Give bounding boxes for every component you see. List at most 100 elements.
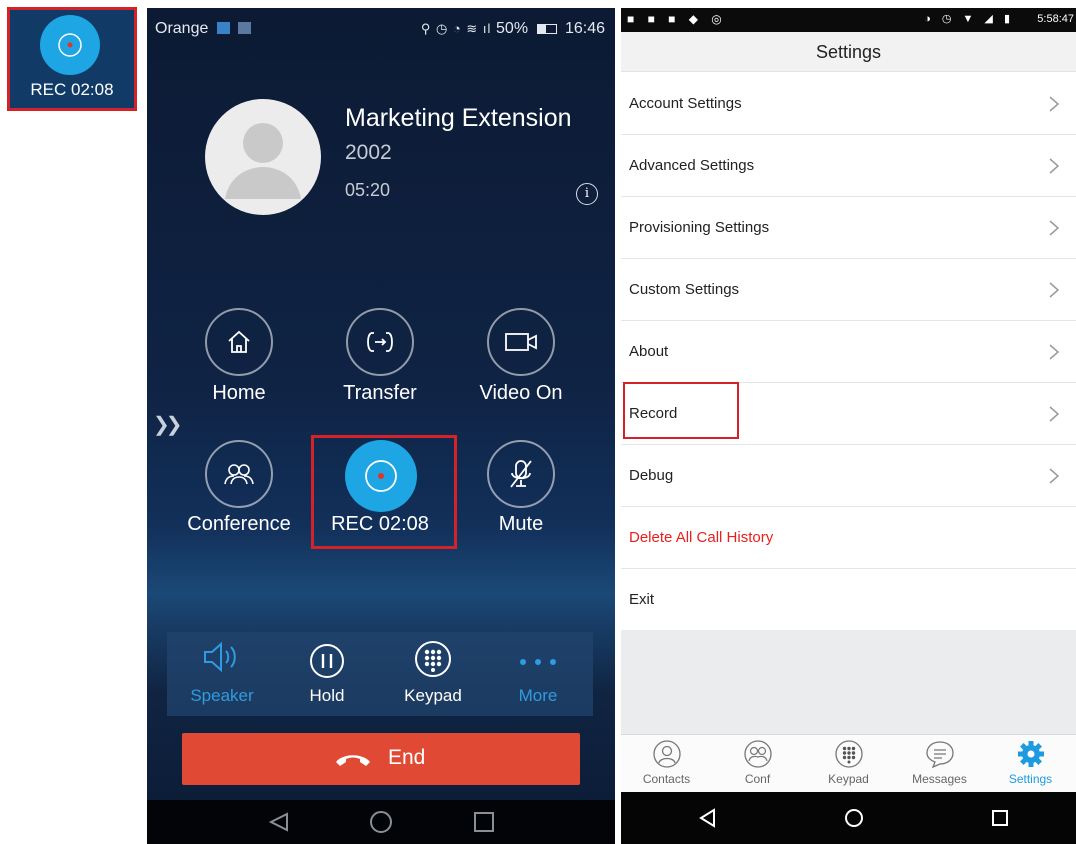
home-button[interactable] xyxy=(205,308,273,376)
conference-label: Conference xyxy=(187,513,291,535)
transfer-label: Transfer xyxy=(343,382,417,404)
menu-item-advanced-settings[interactable]: Advanced Settings xyxy=(621,135,1076,197)
video-icon xyxy=(505,333,537,351)
recents-nav-icon xyxy=(474,812,494,832)
tab-settings[interactable]: Settings xyxy=(985,735,1076,793)
recents-nav-icon xyxy=(992,810,1008,826)
tab-label: Conf xyxy=(744,772,771,786)
bottom-tab-bar: Contacts Conf Keypad Messages Settings xyxy=(621,734,1076,792)
home-nav-icon xyxy=(370,811,392,833)
record-button-zoomed[interactable] xyxy=(40,15,100,75)
battery-percent: 50% xyxy=(496,20,529,37)
tab-conf[interactable]: Conf xyxy=(712,735,803,793)
contacts-icon xyxy=(652,740,681,768)
status-bar-right: ⚲ ◷ ◔ ≋ ıl 50% 16:46 xyxy=(421,20,605,38)
transfer-button[interactable] xyxy=(346,308,414,376)
transfer-icon xyxy=(367,332,393,352)
status-bar-left: Orange xyxy=(155,20,252,38)
mute-icon xyxy=(510,460,532,488)
keypad-icon xyxy=(834,740,863,768)
menu-item-label: Delete All Call History xyxy=(629,529,774,546)
speaker-label: Speaker xyxy=(190,686,254,705)
record-zoom-inset: REC 02:08 xyxy=(7,7,137,111)
hold-label: Hold xyxy=(309,686,345,705)
home-label: Home xyxy=(212,382,266,404)
conference-button[interactable] xyxy=(205,440,273,508)
speaker-button[interactable] xyxy=(202,640,244,679)
chevron-right-icon xyxy=(1049,406,1060,422)
pause-icon xyxy=(310,644,344,678)
chevron-right-icon xyxy=(1049,220,1060,236)
video-on-button[interactable] xyxy=(487,308,555,376)
record-icon xyxy=(58,33,82,57)
back-nav-icon xyxy=(268,812,288,832)
battery-icon xyxy=(536,24,557,34)
status-bar: ■ ■ ■ ◆ ◎ ◑ ◷ ▼ ◢ ▮ 5:58:47 xyxy=(621,8,1076,32)
home-nav-icon xyxy=(845,809,863,827)
android-nav-bar xyxy=(147,800,615,844)
person-silhouette-icon xyxy=(225,123,301,199)
clock: 16:46 xyxy=(564,20,605,37)
end-call-label: End xyxy=(388,746,426,769)
info-icon[interactable]: i xyxy=(576,183,598,205)
menu-item-label: Exit xyxy=(629,591,655,608)
tab-label: Messages xyxy=(912,772,967,786)
end-call-button[interactable] xyxy=(182,733,580,785)
menu-item-label: Custom Settings xyxy=(629,281,740,298)
conference-icon xyxy=(224,464,254,485)
chevron-right-icon xyxy=(1049,468,1060,484)
carrier-name: Orange xyxy=(155,20,209,37)
speaker-icon xyxy=(204,641,236,673)
side-drawer-arrows-icon[interactable]: ❯❯ xyxy=(153,412,182,437)
keypad-label: Keypad xyxy=(404,686,462,705)
menu-item-label: Account Settings xyxy=(629,95,742,112)
back-nav-icon xyxy=(699,808,715,828)
menu-item-custom-settings[interactable]: Custom Settings xyxy=(621,259,1076,321)
notification-icons: ■ ■ ■ ◆ ◎ xyxy=(627,12,727,26)
notification-icon xyxy=(216,22,230,34)
keypad-button[interactable] xyxy=(414,640,452,683)
call-screen: Orange ⚲ ◷ ◔ ≋ ıl 50% 16:46 Marketing Ex… xyxy=(147,8,615,844)
tab-contacts[interactable]: Contacts xyxy=(621,735,712,793)
menu-item-label: About xyxy=(629,343,669,360)
chevron-right-icon xyxy=(1049,96,1060,112)
settings-screen: ■ ■ ■ ◆ ◎ ◑ ◷ ▼ ◢ ▮ 5:58:47 Settings Acc… xyxy=(621,8,1076,844)
contact-name: Marketing Extension xyxy=(345,104,572,132)
page-title: Settings xyxy=(621,32,1076,72)
chevron-right-icon xyxy=(1049,282,1060,298)
chevron-right-icon xyxy=(1049,344,1060,360)
tab-messages[interactable]: Messages xyxy=(894,735,985,793)
menu-item-label: Debug xyxy=(629,467,674,484)
conference-icon xyxy=(743,740,772,768)
avatar xyxy=(205,99,321,215)
chevron-right-icon xyxy=(1049,158,1060,174)
tab-keypad[interactable]: Keypad xyxy=(803,735,894,793)
more-label: More xyxy=(518,686,558,705)
home-icon xyxy=(228,330,250,353)
menu-item-delete-call-history[interactable]: Delete All Call History xyxy=(621,507,1076,569)
android-nav-bar xyxy=(621,792,1076,844)
gallery-icon xyxy=(238,22,252,34)
mute-button[interactable] xyxy=(487,440,555,508)
hold-button[interactable] xyxy=(308,642,346,685)
system-icons: ◑ ◷ ▼ ◢ ▮ xyxy=(924,13,1014,25)
signal-icon: ⚲ ◷ ◔ ≋ ıl xyxy=(420,21,497,36)
gear-icon xyxy=(1017,741,1044,767)
call-duration: 05:20 xyxy=(345,180,391,200)
more-icon xyxy=(520,659,556,665)
keypad-icon xyxy=(415,641,451,677)
clock: 5:58:47 xyxy=(1037,13,1074,25)
hangup-icon xyxy=(333,750,373,773)
menu-item-exit[interactable]: Exit xyxy=(621,569,1076,631)
more-button[interactable] xyxy=(517,654,559,672)
menu-item-account-settings[interactable]: Account Settings xyxy=(621,73,1076,135)
menu-item-debug[interactable]: Debug xyxy=(621,445,1076,507)
menu-item-provisioning-settings[interactable]: Provisioning Settings xyxy=(621,197,1076,259)
record-highlight-box xyxy=(311,435,457,549)
mute-label: Mute xyxy=(498,513,544,535)
empty-area xyxy=(621,630,1076,734)
menu-item-about[interactable]: About xyxy=(621,321,1076,383)
record-timer-label: REC 02:08 xyxy=(30,80,114,99)
menu-item-label: Advanced Settings xyxy=(629,157,755,174)
tab-label: Keypad xyxy=(828,772,869,786)
